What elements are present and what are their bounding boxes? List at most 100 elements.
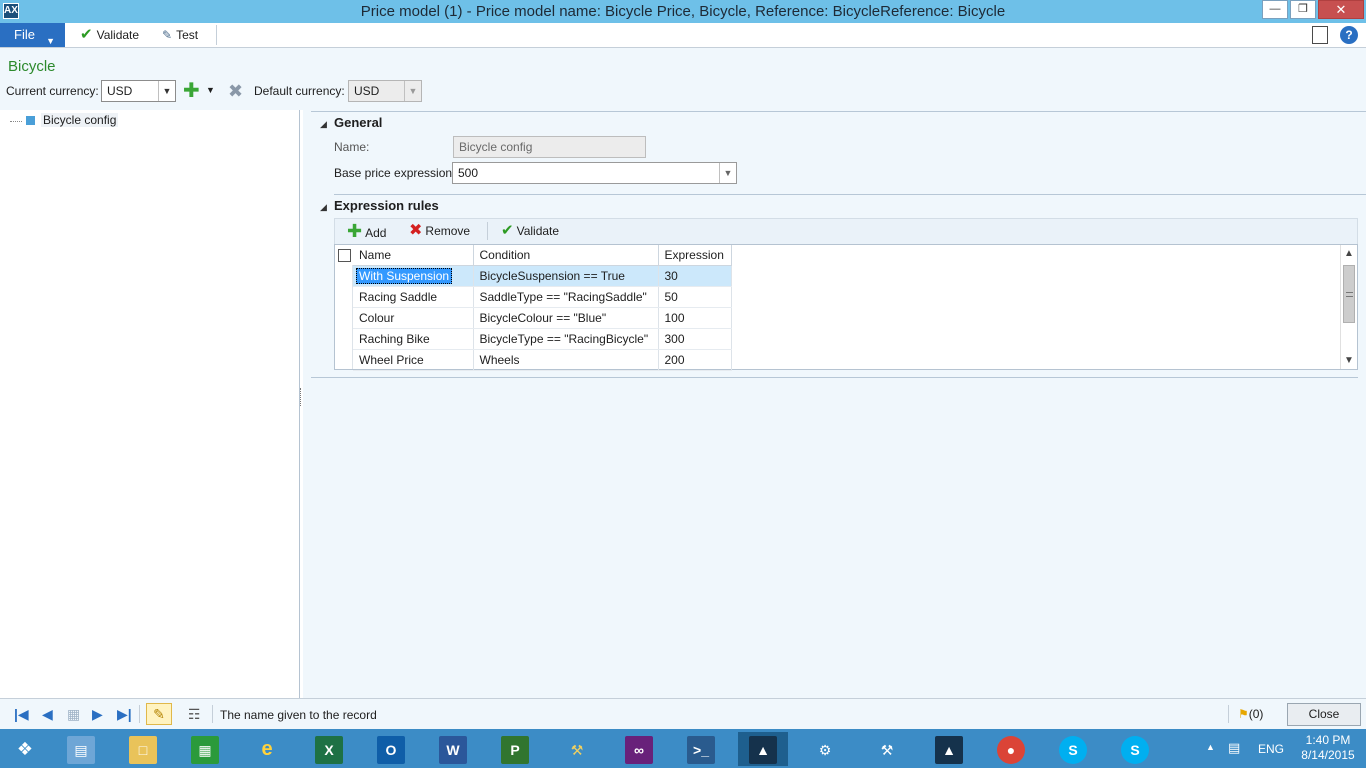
- notification-count: (0): [1248, 707, 1264, 721]
- cell-name[interactable]: Wheel Price: [353, 349, 474, 371]
- cell-name[interactable]: Racing Saddle: [353, 286, 474, 308]
- internet-explorer-icon[interactable]: e: [242, 732, 292, 766]
- help-icon[interactable]: ?: [1340, 26, 1358, 44]
- validate-button[interactable]: ✔ Validate: [80, 23, 139, 47]
- table-row[interactable]: Raching Bike BicycleType == "RacingBicyc…: [353, 328, 732, 350]
- store-icon[interactable]: ▦: [180, 732, 230, 766]
- layout-icon[interactable]: [1312, 26, 1328, 44]
- cell-expression[interactable]: 200: [658, 349, 732, 371]
- skype-business-icon[interactable]: S: [1048, 732, 1098, 766]
- chevron-down-icon[interactable]: ▼: [158, 81, 175, 101]
- clock-date: 8/14/2015: [1301, 748, 1355, 762]
- visual-studio-icon[interactable]: ∞: [614, 732, 664, 766]
- chrome-icon[interactable]: ●: [986, 732, 1036, 766]
- scroll-thumb[interactable]: [1343, 265, 1355, 323]
- settings-gear-icon[interactable]: ⚙: [800, 732, 850, 766]
- base-price-expression-field[interactable]: 500 ▼: [452, 162, 737, 184]
- tree-connector: [10, 121, 22, 122]
- minimize-button[interactable]: —: [1262, 0, 1288, 19]
- tree-node-label[interactable]: Bicycle config: [41, 113, 119, 127]
- dynamics-ax-config-icon[interactable]: ▲: [924, 732, 974, 766]
- tools-icon[interactable]: ⚒: [862, 732, 912, 766]
- dynamics-ax-taskbar-icon[interactable]: ▲: [738, 732, 788, 766]
- ribbon-separator: [216, 25, 217, 45]
- expression-rules-heading[interactable]: Expression rules: [334, 198, 439, 213]
- table-row[interactable]: With Suspension BicycleSuspension == Tru…: [353, 265, 732, 287]
- column-header-expression[interactable]: Expression: [658, 245, 732, 266]
- record-grid-icon[interactable]: ▦: [67, 706, 80, 722]
- last-record-icon[interactable]: ▶|: [117, 706, 132, 722]
- scroll-down-icon[interactable]: ▼: [1341, 352, 1357, 369]
- cell-condition[interactable]: SaddleType == "RacingSaddle": [473, 286, 659, 308]
- chevron-down-icon[interactable]: ▼: [719, 163, 736, 183]
- cell-expression[interactable]: 50: [658, 286, 732, 308]
- network-icon[interactable]: ▤: [1228, 740, 1240, 768]
- edit-pencil-icon[interactable]: ✎: [146, 703, 172, 725]
- cell-condition[interactable]: BicycleSuspension == True: [473, 265, 659, 287]
- title-bar: AX Price model (1) - Price model name: B…: [0, 0, 1366, 23]
- collapse-triangle-icon[interactable]: ◢: [320, 202, 327, 213]
- tray-expand-icon[interactable]: ▲: [1206, 742, 1215, 768]
- add-rule-button[interactable]: ✚ Add: [347, 219, 386, 243]
- scroll-up-icon[interactable]: ▲: [1341, 245, 1357, 262]
- add-currency-icon[interactable]: ✚: [183, 81, 200, 101]
- cell-name[interactable]: With Suspension: [353, 265, 474, 287]
- checkmark-icon: ✔: [501, 222, 514, 239]
- collapse-triangle-icon[interactable]: ◢: [320, 119, 327, 130]
- powershell-icon[interactable]: >_: [676, 732, 726, 766]
- language-indicator[interactable]: ENG: [1258, 742, 1284, 768]
- server-manager-icon[interactable]: ▤: [56, 732, 106, 766]
- cell-name-text: With Suspension: [356, 267, 453, 284]
- table-row[interactable]: Colour BicycleColour == "Blue" 100: [353, 307, 732, 329]
- remove-rule-button[interactable]: ✖ Remove: [409, 219, 470, 243]
- next-record-icon[interactable]: ▶: [92, 706, 103, 722]
- file-menu-button[interactable]: File ▼: [0, 23, 65, 47]
- row-selector-strip: [335, 265, 353, 369]
- current-currency-label: Current currency:: [6, 84, 99, 98]
- base-price-value: 500: [458, 166, 479, 180]
- cell-condition[interactable]: Wheels: [473, 349, 659, 371]
- system-clock[interactable]: 1:40 PM 8/14/2015: [1296, 733, 1360, 763]
- chevron-down-icon[interactable]: ▼: [206, 85, 215, 95]
- status-bar: |◀ ◀ ▦ ▶ ▶| ✎ ☶ The name given to the re…: [0, 698, 1366, 729]
- table-row[interactable]: Racing Saddle SaddleType == "RacingSaddl…: [353, 286, 732, 308]
- name-field: Bicycle config: [453, 136, 646, 158]
- restore-button[interactable]: ❐: [1290, 0, 1316, 19]
- cell-condition[interactable]: BicycleColour == "Blue": [473, 307, 659, 329]
- cell-name[interactable]: Raching Bike: [353, 328, 474, 350]
- divider: [311, 111, 1366, 112]
- current-currency-select[interactable]: USD ▼: [101, 80, 176, 102]
- column-header-condition[interactable]: Condition: [473, 245, 659, 266]
- excel-icon[interactable]: X: [304, 732, 354, 766]
- skype-icon[interactable]: S: [1110, 732, 1160, 766]
- cell-expression[interactable]: 300: [658, 328, 732, 350]
- test-button[interactable]: ✎ Test: [162, 23, 198, 47]
- outlook-icon[interactable]: O: [366, 732, 416, 766]
- notifications-button[interactable]: ⚑(0): [1238, 707, 1263, 721]
- cell-expression[interactable]: 30: [658, 265, 732, 287]
- select-all-checkbox[interactable]: [338, 249, 351, 262]
- ribbon: File ▼ ✔ Validate ✎ Test ?: [0, 23, 1366, 48]
- table-row[interactable]: Wheel Price Wheels 200: [353, 349, 732, 371]
- column-header-name[interactable]: Name: [353, 245, 474, 266]
- validate-rules-button[interactable]: ✔ Validate: [501, 219, 559, 243]
- project-icon[interactable]: P: [490, 732, 540, 766]
- previous-record-icon[interactable]: ◀: [42, 706, 53, 722]
- bell-icon: ⚑: [1238, 707, 1249, 721]
- windows-start-icon[interactable]: ❖: [0, 732, 50, 766]
- attachment-icon[interactable]: ☶: [188, 706, 201, 722]
- word-icon[interactable]: W: [428, 732, 478, 766]
- general-heading[interactable]: General: [334, 115, 382, 130]
- close-form-button[interactable]: Close: [1287, 703, 1361, 726]
- deployment-tools-icon[interactable]: ⚒: [552, 732, 602, 766]
- delete-currency-icon[interactable]: ✖: [228, 81, 243, 101]
- cell-name[interactable]: Colour: [353, 307, 474, 329]
- cell-expression[interactable]: 100: [658, 307, 732, 329]
- first-record-icon[interactable]: |◀: [14, 706, 29, 722]
- vertical-scrollbar[interactable]: ▲ ▼: [1340, 245, 1357, 369]
- close-window-button[interactable]: ✕: [1318, 0, 1364, 19]
- file-explorer-icon[interactable]: □: [118, 732, 168, 766]
- cell-condition[interactable]: BicycleType == "RacingBicycle": [473, 328, 659, 350]
- divider: [334, 194, 1366, 195]
- checkmark-icon: ✔: [80, 26, 93, 43]
